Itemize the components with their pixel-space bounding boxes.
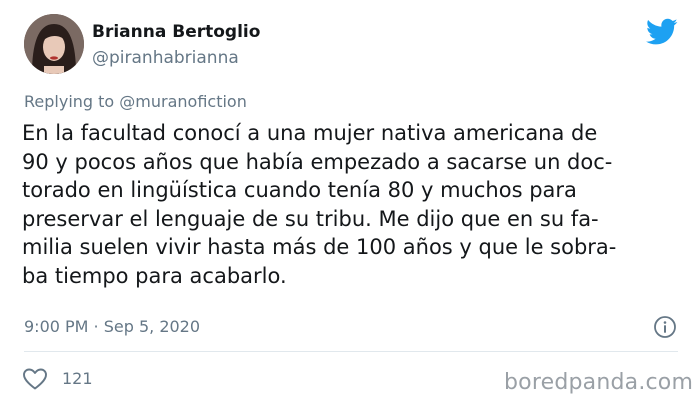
author-name[interactable]: Brianna Bertoglio xyxy=(92,22,260,42)
tweet-timestamp[interactable]: 9:00 PM · Sep 5, 2020 xyxy=(24,317,200,336)
tweet-text-line: En la facultad conocí a una mujer nativa… xyxy=(22,121,598,145)
twitter-bird-icon[interactable] xyxy=(646,18,678,46)
tweet-card: Brianna Bertoglio @piranhabrianna Replyi… xyxy=(0,0,700,406)
tweet-text-line: ba tiempo para acabarlo. xyxy=(22,263,287,288)
tweet-text-line: preservar el lenguaje de su tribu. Me di… xyxy=(22,206,599,231)
tweet-text-line: torado en lingüística cuando tenía 80 y … xyxy=(22,178,577,203)
reply-prefix: Replying to xyxy=(24,92,115,111)
like-count: 121 xyxy=(62,369,93,388)
author-handle[interactable]: @piranhabrianna xyxy=(92,48,239,68)
reply-mention-link[interactable]: @muranofiction xyxy=(119,92,247,111)
watermark: boredpanda.com xyxy=(504,370,694,395)
info-icon[interactable] xyxy=(653,315,677,339)
tweet-text-line: milia suelen vivir hasta más de 100 años… xyxy=(22,235,617,260)
reply-context: Replying to @muranofiction xyxy=(24,92,247,111)
heart-icon[interactable] xyxy=(22,367,48,391)
avatar[interactable] xyxy=(24,14,84,74)
tweet-text-line: 90 y pocos años que había empezado a sac… xyxy=(22,149,613,174)
tweet-text: En la facultad conocí a una mujer nativa… xyxy=(22,119,682,291)
divider xyxy=(24,351,678,352)
